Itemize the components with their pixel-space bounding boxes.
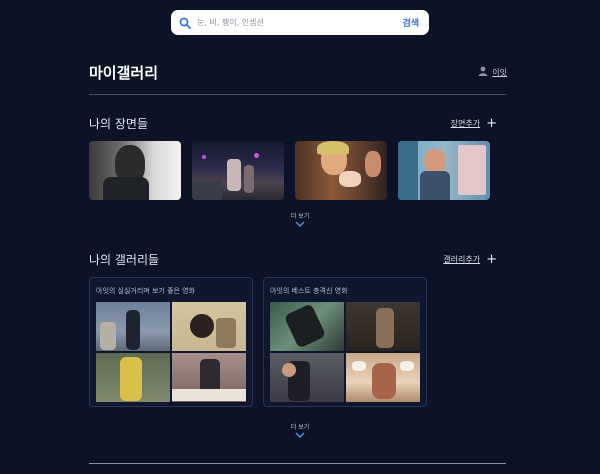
scene-figure — [420, 171, 450, 200]
gallery-thumbnail — [172, 353, 246, 402]
scene-figure — [100, 322, 116, 350]
scenes-more-label[interactable]: 더 보기 — [291, 213, 309, 220]
scene-hand — [352, 361, 366, 371]
scene-thumbnail[interactable] — [295, 141, 387, 200]
gallery-card[interactable]: 아잇의 베스트 충격신 영화 — [263, 277, 427, 407]
scene-figure — [372, 363, 396, 399]
galleries-more-button[interactable]: 더 보기 — [0, 422, 600, 438]
gallery-thumbnail — [96, 353, 170, 402]
user-menu[interactable]: 이잇 — [478, 66, 507, 78]
gallery-title: 아잇의 베스트 충격신 영화 — [270, 287, 348, 295]
search-bar: 검색 — [171, 10, 429, 35]
gallery-thumbnail — [346, 353, 420, 402]
gallery-thumbnail — [172, 302, 246, 351]
gallery-title: 아잇의 실실거리며 보기 좋은 영화 — [96, 287, 196, 295]
add-scene-button[interactable]: 장면추가 + — [451, 117, 497, 130]
scene-light — [202, 155, 206, 159]
scene-thumbnail[interactable] — [398, 141, 490, 200]
user-name[interactable]: 이잇 — [492, 67, 507, 78]
gallery-thumbnail — [270, 302, 344, 351]
scene-figure — [365, 151, 381, 177]
section-divider — [89, 463, 506, 464]
scenes-list — [89, 141, 490, 200]
scene-figure — [103, 177, 149, 200]
scene-figure — [282, 363, 296, 377]
user-icon — [478, 66, 488, 78]
scene-thumbnail[interactable] — [192, 141, 284, 200]
gallery-thumbnail — [96, 302, 170, 351]
add-scene-label[interactable]: 장면추가 — [451, 118, 480, 129]
scene-figure — [244, 165, 254, 193]
scene-thumbnail[interactable] — [89, 141, 181, 200]
search-input[interactable] — [197, 18, 403, 27]
scene-figure — [317, 141, 349, 155]
plus-icon[interactable]: + — [486, 253, 497, 266]
chevron-down-icon[interactable] — [295, 432, 305, 438]
scene-figure — [190, 314, 214, 338]
scene-car — [192, 181, 222, 200]
search-button[interactable]: 검색 — [402, 16, 419, 29]
scene-figure — [376, 308, 394, 348]
scene-hand — [400, 361, 414, 371]
scene-table — [172, 389, 246, 401]
scene-figure — [424, 149, 446, 173]
chevron-down-icon[interactable] — [295, 221, 305, 227]
scene-figure — [227, 159, 241, 191]
scene-light — [254, 153, 259, 158]
scene-wall — [398, 141, 418, 200]
header-divider — [89, 94, 506, 95]
gallery-card[interactable]: 아잇의 실실거리며 보기 좋은 영화 — [89, 277, 253, 407]
galleries-more-label[interactable]: 더 보기 — [291, 424, 309, 431]
gallery-thumbnail-grid — [270, 302, 420, 402]
add-gallery-button[interactable]: 갤러리추가 + — [443, 253, 497, 266]
scene-figure — [216, 318, 236, 348]
scene-hand — [339, 171, 361, 187]
scene-poster — [458, 145, 486, 195]
search-icon[interactable] — [179, 17, 191, 29]
add-gallery-label[interactable]: 갤러리추가 — [443, 254, 480, 265]
scene-figure — [126, 310, 140, 350]
scene-figure — [120, 357, 142, 401]
gallery-thumbnail-grid — [96, 302, 246, 402]
page-title: 마이갤러리 — [89, 64, 159, 82]
scenes-more-button[interactable]: 더 보기 — [0, 211, 600, 227]
scene-figure — [283, 303, 327, 349]
plus-icon[interactable]: + — [486, 117, 497, 130]
gallery-thumbnail — [346, 302, 420, 351]
scenes-section-title: 나의 장면들 — [89, 117, 149, 131]
galleries-section-title: 나의 갤러리들 — [89, 253, 160, 267]
gallery-thumbnail — [270, 353, 344, 402]
